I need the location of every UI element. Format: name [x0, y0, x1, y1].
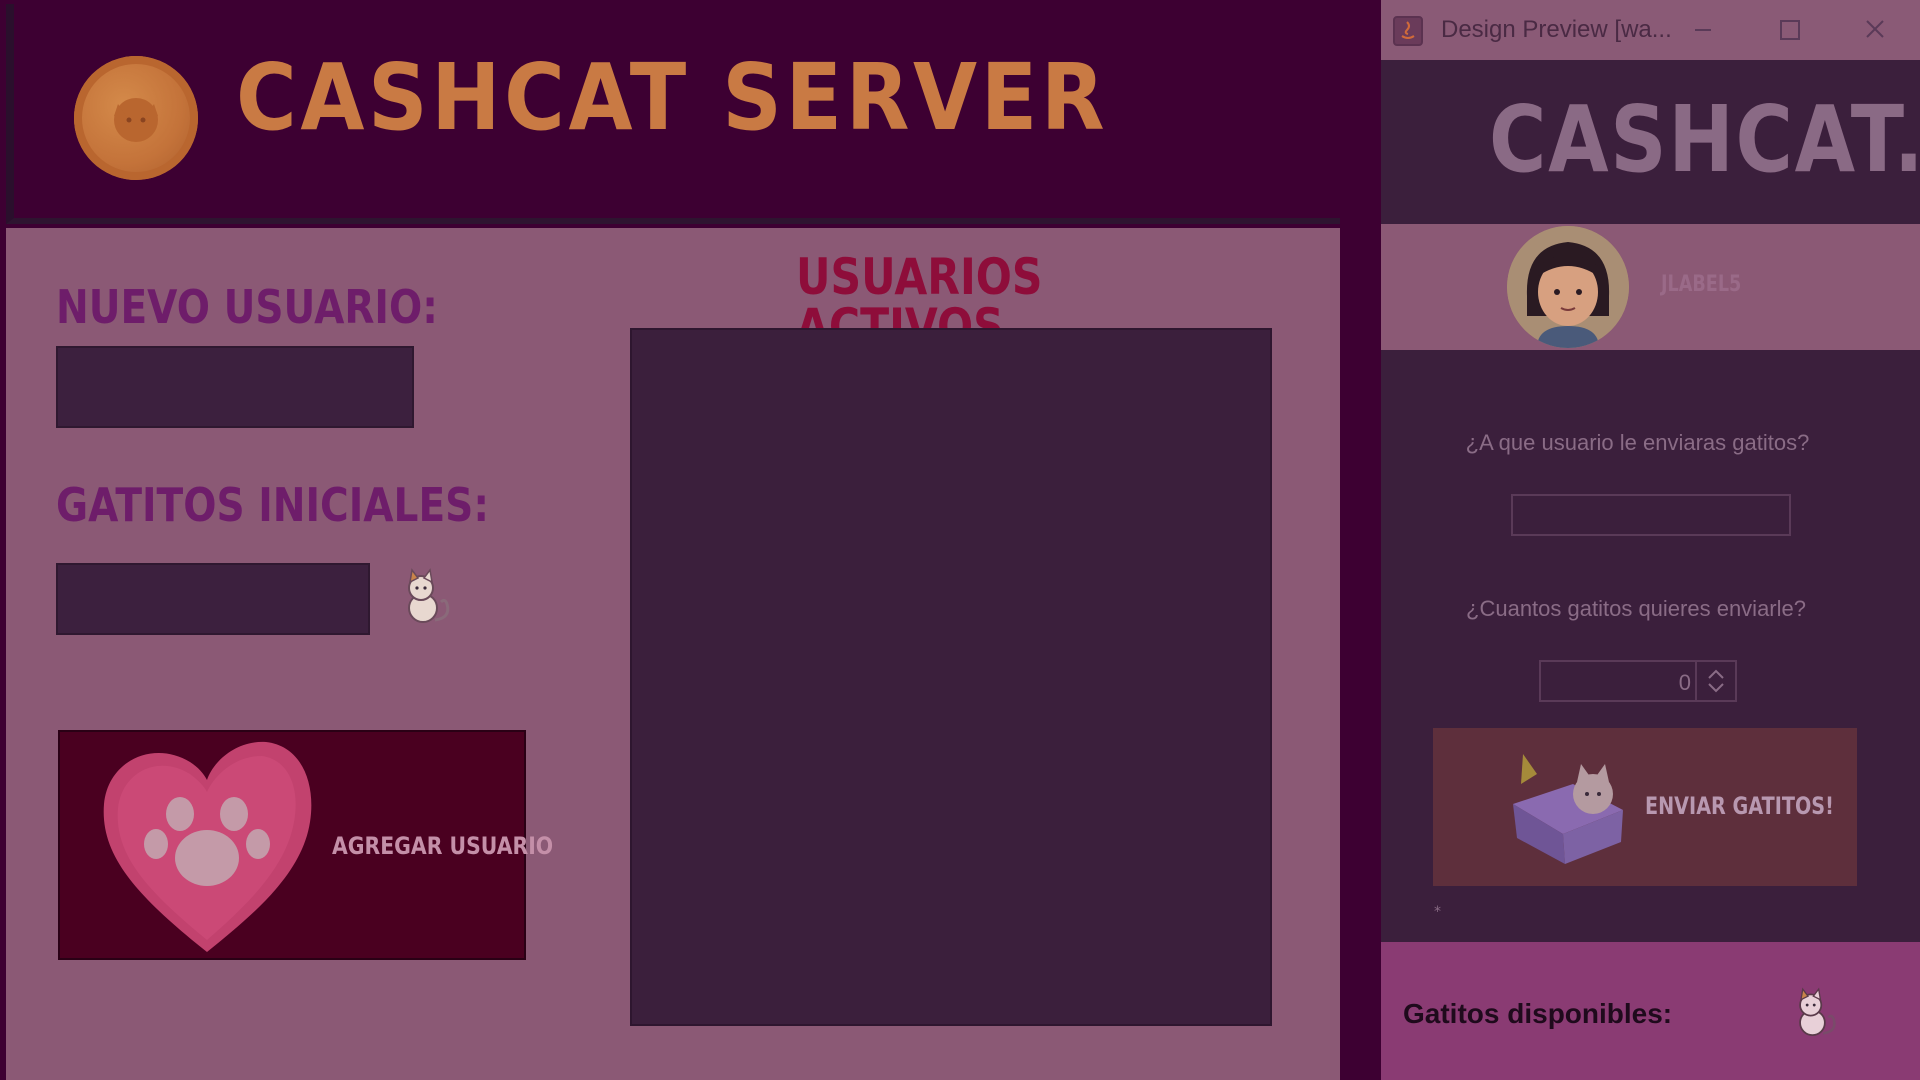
heart-paw-icon [103, 741, 312, 952]
amount-value: 0 [1678, 670, 1691, 695]
new-user-label: NUEVO USUARIO: [56, 280, 438, 334]
recipient-input[interactable] [1511, 494, 1791, 536]
new-user-input[interactable] [56, 346, 414, 428]
close-button[interactable] [1855, 12, 1895, 48]
amount-question: ¿Cuantos gatitos quieres enviarle? [1466, 596, 1806, 621]
maximize-button[interactable] [1769, 12, 1809, 48]
minimize-button[interactable] [1683, 12, 1723, 48]
send-cats-button[interactable]: ENVIAR GATITOS! [1433, 728, 1857, 886]
window-title: Design Preview [wa... [1441, 16, 1672, 43]
recipient-question: ¿A que usuario le enviaras gatitos? [1465, 430, 1810, 455]
client-header: CASHCAT. [1381, 60, 1920, 224]
gift-box-cat-icon [1513, 754, 1623, 864]
server-header: CASHCAT SERVER [6, 4, 1340, 224]
window-titlebar[interactable]: Design Preview [wa... [1381, 0, 1920, 60]
amount-spinner[interactable]: 0 [1539, 660, 1737, 702]
server-window: CASHCAT SERVER NUEVO USUARIO: GATITOS IN… [0, 0, 1340, 1080]
status-marker: * [1434, 904, 1441, 920]
cat-icon [1793, 986, 1839, 1040]
avatar [1507, 226, 1629, 348]
initial-cats-input[interactable] [56, 563, 370, 635]
java-icon [1393, 16, 1423, 46]
server-body: NUEVO USUARIO: GATITOS INICIALES: AGREGA… [6, 228, 1340, 1080]
client-logo: CASHCAT. [1489, 86, 1920, 193]
username-label: JLABEL5 [1661, 272, 1742, 297]
initial-cats-label: GATITOS INICIALES: [56, 478, 489, 532]
add-user-label: AGREGAR USUARIO [332, 832, 554, 860]
spinner-arrows-icon[interactable] [1695, 662, 1735, 700]
active-users-list[interactable] [630, 328, 1272, 1026]
server-title: CASHCAT SERVER [236, 44, 1109, 151]
client-window: Design Preview [wa... CASHCAT. JLABEL5 ¿… [1381, 0, 1920, 1080]
balance-bar: Gatitos disponibles: [1381, 942, 1920, 1080]
cat-icon [401, 568, 453, 626]
add-user-button[interactable]: AGREGAR USUARIO [58, 730, 553, 960]
coin-cat-icon [74, 56, 198, 180]
balance-label: Gatitos disponibles: [1403, 998, 1673, 1029]
profile-bar: JLABEL5 [1381, 224, 1920, 350]
send-cats-label: ENVIAR GATITOS! [1645, 792, 1834, 820]
